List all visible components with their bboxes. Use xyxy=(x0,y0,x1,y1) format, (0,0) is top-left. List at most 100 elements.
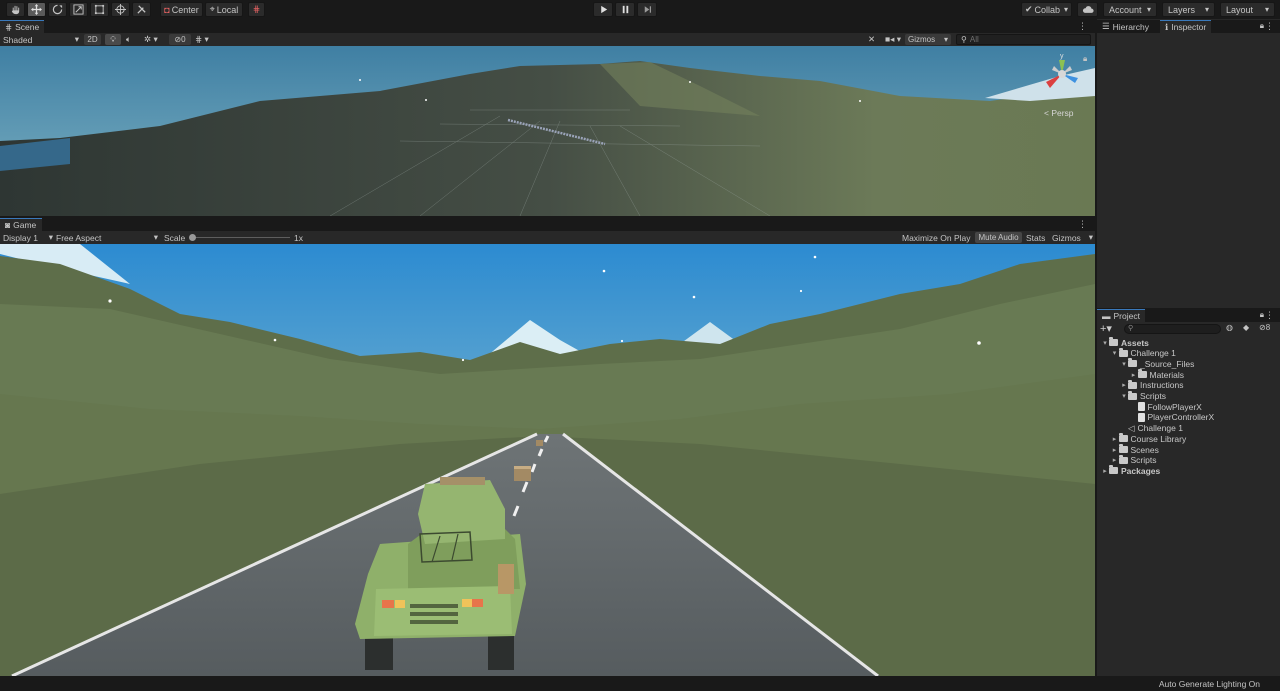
maximize-on-play-toggle[interactable]: Maximize On Play xyxy=(902,231,971,244)
hidden-packages-count: 8 xyxy=(1265,323,1271,332)
main-toolbar: ◘ Center ⌖ Local ⋕ ✔ Collab Account Laye… xyxy=(0,0,1280,19)
scene-menu-icon[interactable]: ⋮ xyxy=(1078,21,1087,32)
eye-slash-icon: ⊘ xyxy=(1259,323,1266,332)
chevron-down-icon: ▾ xyxy=(153,232,158,242)
scene-gizmos-dropdown[interactable]: Gizmos ▾ xyxy=(905,34,951,45)
expand-chevron-icon[interactable]: ▾ xyxy=(1111,349,1119,357)
scale-slider-thumb[interactable] xyxy=(189,234,196,241)
rotate-tool-button[interactable] xyxy=(48,2,67,17)
audio-toggle[interactable]: 🔈︎ xyxy=(126,33,131,46)
grid-dropdown[interactable]: ⋕ ▾ xyxy=(195,33,209,46)
tab-scene[interactable]: ⋕ Scene xyxy=(0,20,44,33)
mode-2d-toggle[interactable]: 2D xyxy=(84,34,101,45)
step-button[interactable] xyxy=(637,2,657,17)
hand-tool-button[interactable] xyxy=(6,2,25,17)
project-toolbar: +▾ ⚲ ◍ ◆ ⊘8 xyxy=(1097,322,1280,336)
tree-item[interactable]: ▾ Assets xyxy=(1101,337,1149,348)
tree-item[interactable]: PlayerControllerX xyxy=(1130,412,1215,423)
collab-dropdown[interactable]: ✔ Collab xyxy=(1021,2,1072,17)
expand-chevron-icon[interactable]: ▾ xyxy=(1101,339,1109,347)
game-viewport[interactable] xyxy=(0,244,1095,676)
tab-game[interactable]: ◙ Game xyxy=(0,218,42,231)
collab-label: Collab xyxy=(1034,4,1061,15)
layout-dropdown[interactable]: Layout xyxy=(1220,2,1275,17)
project-menu-icon[interactable]: ⋮ xyxy=(1265,310,1274,321)
project-search-input[interactable]: ⚲ xyxy=(1124,324,1221,334)
game-gizmos-dropdown[interactable]: Gizmos ▾ xyxy=(1052,231,1093,244)
account-dropdown[interactable]: Account xyxy=(1103,2,1157,17)
maximize-label: Maximize On Play xyxy=(902,232,971,243)
filter-by-label-button[interactable]: ◆ xyxy=(1243,323,1249,332)
mute-audio-toggle[interactable]: Mute Audio xyxy=(975,232,1022,243)
collapse-chevron-icon[interactable]: ▸ xyxy=(1111,435,1119,443)
tree-item[interactable]: ▸ Scenes xyxy=(1111,444,1159,455)
filter-by-type-button[interactable]: ◍ xyxy=(1226,323,1233,332)
tree-item-label: Challenge 1 xyxy=(1130,348,1176,359)
create-dropdown[interactable]: +▾ xyxy=(1100,322,1112,335)
tools-overlay-button[interactable]: ✕ xyxy=(868,33,875,46)
custom-tool-button[interactable] xyxy=(132,2,151,17)
pause-button[interactable] xyxy=(615,2,635,17)
tree-item[interactable]: ▸ Packages xyxy=(1101,465,1160,476)
collapse-chevron-icon[interactable]: ▸ xyxy=(1101,467,1109,475)
scale-tool-button[interactable] xyxy=(69,2,88,17)
cloud-button[interactable] xyxy=(1077,2,1098,17)
hidden-objects-toggle[interactable]: ⊘ 0 xyxy=(169,34,191,45)
axis-y-label: y xyxy=(1060,53,1064,60)
move-tool-button[interactable] xyxy=(27,2,46,17)
collapse-chevron-icon[interactable]: ▸ xyxy=(1111,446,1119,454)
display-dropdown[interactable]: Display 1 ▾ xyxy=(3,231,53,244)
tree-item[interactable]: ▾ Challenge 1 xyxy=(1111,347,1176,359)
rect-tool-button[interactable] xyxy=(90,2,109,17)
scene-search-input[interactable]: ⚲ All xyxy=(956,34,1091,45)
scene-viewport[interactable]: y 🔒︎ < Persp xyxy=(0,46,1095,216)
tree-item[interactable]: ▸ Materials xyxy=(1130,369,1184,380)
pivot-center-button[interactable]: ◘ Center xyxy=(160,2,203,17)
script-file-icon xyxy=(1137,412,1145,422)
tab-hierarchy[interactable]: ☰ Hierarchy xyxy=(1097,20,1154,33)
space-local-button[interactable]: ⌖ Local xyxy=(205,2,243,17)
tree-item[interactable]: ◁ Challenge 1 xyxy=(1120,423,1183,434)
inspector-menu-icon[interactable]: ⋮ xyxy=(1265,21,1274,32)
tree-item-label: PlayerControllerX xyxy=(1147,412,1215,423)
aspect-dropdown[interactable]: Free Aspect ▾ xyxy=(56,231,158,244)
projection-toggle[interactable]: < Persp xyxy=(1044,108,1074,118)
snap-button[interactable]: ⋕ xyxy=(248,2,265,17)
scale-slider-track[interactable] xyxy=(192,237,290,238)
transform-icon xyxy=(115,4,126,15)
hierarchy-label: Hierarchy xyxy=(1112,21,1149,32)
tab-project[interactable]: ▬ Project xyxy=(1097,309,1145,322)
tree-item[interactable]: ▸ Scripts xyxy=(1111,454,1156,466)
tree-item-label: Instructions xyxy=(1140,380,1184,391)
lock-icon[interactable]: 🔒︎ xyxy=(1260,21,1264,31)
expand-chevron-icon[interactable]: ▾ xyxy=(1120,360,1128,368)
camera-dropdown[interactable]: ■◂ ▾ xyxy=(885,33,901,46)
search-icon: ⚲ xyxy=(961,35,967,44)
tree-item[interactable]: ▾ Scripts xyxy=(1120,390,1166,402)
unity-scene-icon: ◁ xyxy=(1128,422,1135,433)
hidden-packages-toggle[interactable]: ⊘8 xyxy=(1259,323,1270,332)
tree-item[interactable]: ▸ Instructions xyxy=(1120,379,1184,391)
stats-toggle[interactable]: Stats xyxy=(1026,231,1045,244)
axis-gizmo-icon: y xyxy=(1046,53,1078,88)
lock-icon[interactable]: 🔒︎ xyxy=(1260,310,1264,320)
tree-item[interactable]: FollowPlayerX xyxy=(1130,401,1202,412)
effects-dropdown[interactable]: ✲ ▾ xyxy=(144,33,158,46)
collapse-chevron-icon[interactable]: ▸ xyxy=(1120,381,1128,389)
tree-item-label: Packages xyxy=(1121,465,1161,476)
orientation-gizmo[interactable]: y xyxy=(1042,52,1088,98)
collapse-chevron-icon[interactable]: ▸ xyxy=(1130,371,1138,379)
game-menu-icon[interactable]: ⋮ xyxy=(1078,219,1087,230)
tools-icon xyxy=(137,5,146,14)
shading-mode-dropdown[interactable]: Shaded ▾ xyxy=(3,33,79,46)
tab-inspector[interactable]: ℹ Inspector xyxy=(1160,20,1212,33)
tree-item[interactable]: ▸ Course Library xyxy=(1111,433,1186,444)
lighting-toggle[interactable]: 💡︎ xyxy=(105,34,121,45)
collapse-chevron-icon[interactable]: ▸ xyxy=(1111,456,1119,464)
tree-item[interactable]: ▾ _Source_Files xyxy=(1120,358,1194,369)
transform-tool-button[interactable] xyxy=(111,2,130,17)
lock-icon[interactable]: 🔒︎ xyxy=(1083,54,1087,64)
play-button[interactable] xyxy=(593,2,613,17)
expand-chevron-icon[interactable]: ▾ xyxy=(1120,392,1128,400)
layers-dropdown[interactable]: Layers xyxy=(1162,2,1215,17)
